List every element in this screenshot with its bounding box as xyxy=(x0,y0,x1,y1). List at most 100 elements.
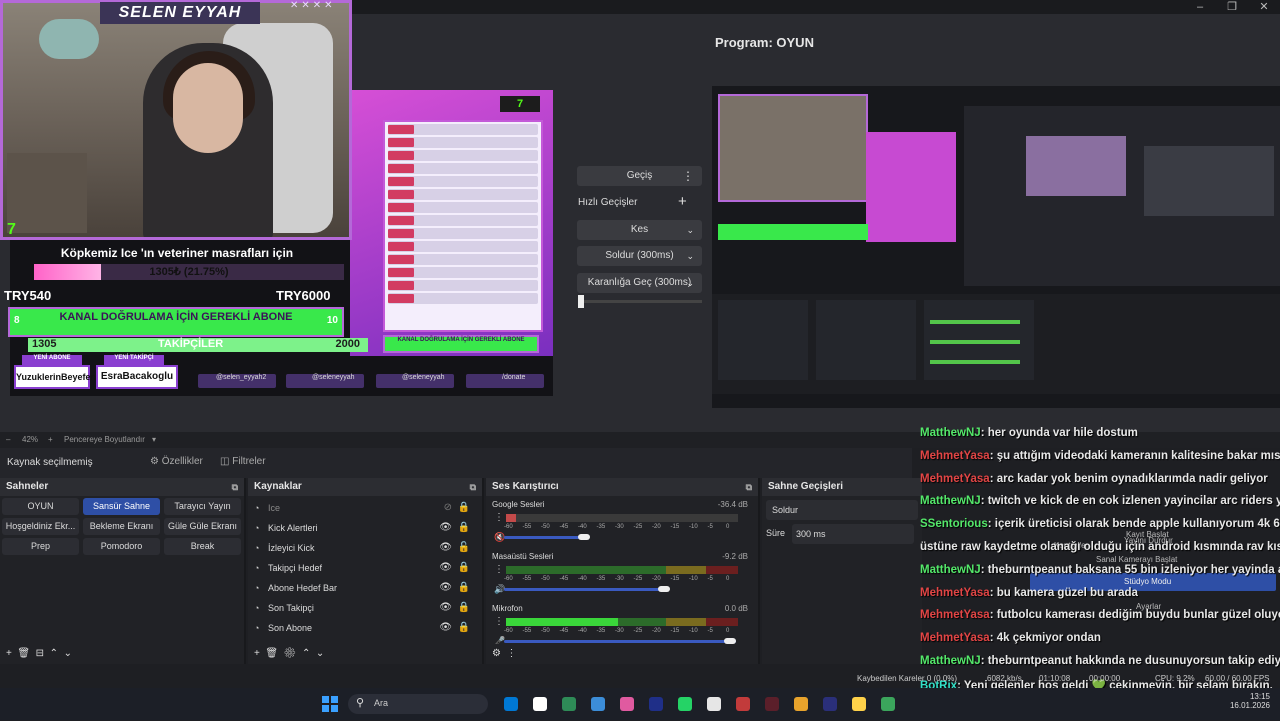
quick-transition-fade[interactable]: Soldur (300ms) ⌄ xyxy=(577,246,702,266)
taskbar-app-icon[interactable] xyxy=(852,697,866,711)
scene-oyun[interactable]: OYUN xyxy=(2,498,79,515)
add-icon[interactable]: + xyxy=(254,648,260,659)
arrow-up-icon[interactable]: ⌃ xyxy=(50,648,58,659)
followers-label: TAKİPÇİLER xyxy=(158,338,224,350)
scale-tick: -10 xyxy=(689,576,698,582)
scene-prep[interactable]: Prep xyxy=(2,538,79,555)
trash-icon[interactable]: 🗑 xyxy=(17,648,30,659)
lock-icon[interactable]: 🔒 xyxy=(458,558,470,578)
scale-tick: -5 xyxy=(707,628,713,634)
taskbar-app-icon[interactable] xyxy=(649,697,663,711)
chat-username: MehmetYasa xyxy=(920,586,990,599)
taskbar-app-icon[interactable] xyxy=(794,697,808,711)
social-link: @seleneyyah xyxy=(286,374,364,388)
chat-text: : şu attığım videodaki kameranın kalites… xyxy=(989,449,1280,462)
volume-fader[interactable] xyxy=(504,638,736,644)
taskbar-app-icon[interactable] xyxy=(620,697,634,711)
kick-count: 7 xyxy=(7,221,16,238)
transition-select[interactable]: Soldur xyxy=(766,500,918,520)
source-row[interactable]: ◔ İzleyici Kick 👁 🔓 xyxy=(254,538,476,558)
source-row[interactable]: ◔ Kick Alertleri 👁 🔒 xyxy=(254,518,476,538)
scene-hosgeldiniz[interactable]: Hoşgeldiniz Ekr... xyxy=(2,518,79,535)
source-row[interactable]: ◔ Takipçi Hedef 👁 🔒 xyxy=(254,558,476,578)
fader-knob[interactable] xyxy=(578,534,590,540)
scene-bekleme[interactable]: Bekleme Ekranı xyxy=(83,518,160,535)
arrow-down-icon[interactable]: ⌄ xyxy=(316,648,324,659)
scene-gule-gule[interactable]: Güle Güle Ekranı xyxy=(164,518,241,535)
taskbar-app-icon[interactable] xyxy=(881,697,895,711)
tbar-slider[interactable] xyxy=(578,295,702,308)
lock-icon[interactable]: 🔒 xyxy=(458,598,470,618)
lock-icon[interactable]: 🔒 xyxy=(458,618,470,638)
source-row[interactable]: ◔ Abone Hedef Bar 👁 🔒 xyxy=(254,578,476,598)
eye-icon[interactable]: 👁 xyxy=(439,558,452,578)
gear-icon[interactable]: ⚙ xyxy=(284,648,297,659)
arrow-down-icon[interactable]: ⌄ xyxy=(64,648,72,659)
scene-sansur-sahne[interactable]: Sansür Sahne xyxy=(83,498,160,515)
popout-icon[interactable]: ⧉ xyxy=(470,478,476,496)
channel-menu-icon[interactable]: ⋮ xyxy=(494,512,504,523)
more-options-icon[interactable]: ⋮ xyxy=(682,166,694,186)
filter-icon[interactable]: ⊟ xyxy=(36,648,44,659)
eye-icon[interactable]: 👁 xyxy=(439,518,452,538)
source-row[interactable]: ◔ Ice ⊘ 🔒 xyxy=(254,498,476,518)
quick-transition-cut[interactable]: Kes ⌄ xyxy=(577,220,702,240)
close-button[interactable]: ✕ xyxy=(1244,0,1280,14)
transition-button[interactable]: Geçiş ⋮ xyxy=(577,166,702,186)
eye-icon[interactable]: 👁 xyxy=(439,538,452,558)
duration-input[interactable]: 300 ms xyxy=(792,524,914,544)
scale-tick: -55 xyxy=(522,576,532,582)
popout-icon[interactable]: ⧉ xyxy=(746,478,752,496)
taskbar-app-icon[interactable] xyxy=(736,697,750,711)
scene-break[interactable]: Break xyxy=(164,538,241,555)
taskbar-app-icon[interactable] xyxy=(823,697,837,711)
channel-menu-icon[interactable]: ⋮ xyxy=(494,564,504,575)
lock-icon[interactable]: 🔒 xyxy=(458,518,470,538)
scale-tick: -20 xyxy=(652,628,661,634)
properties-button[interactable]: ⚙ Özellikler xyxy=(150,456,203,467)
taskbar-app-icon[interactable] xyxy=(533,697,547,711)
popout-icon[interactable]: ⧉ xyxy=(232,478,238,496)
zoom-plus-icon[interactable]: + xyxy=(48,432,53,448)
source-row[interactable]: ◔ Son Abone 👁 🔒 xyxy=(254,618,476,638)
taskbar-app-icon[interactable] xyxy=(707,697,721,711)
lock-icon[interactable]: 🔒 xyxy=(458,578,470,598)
taskbar-app-icon[interactable] xyxy=(591,697,605,711)
eye-icon[interactable]: 👁 xyxy=(439,598,452,618)
taskbar-app-icon[interactable] xyxy=(504,697,518,711)
add-icon[interactable]: + xyxy=(6,648,12,659)
scale-tick: -10 xyxy=(689,628,698,634)
volume-fader[interactable] xyxy=(504,534,590,540)
volume-fader[interactable] xyxy=(504,586,670,592)
arrow-up-icon[interactable]: ⌃ xyxy=(302,648,310,659)
taskbar-app-icon[interactable] xyxy=(678,697,692,711)
lock-icon[interactable]: 🔒 xyxy=(458,498,470,518)
goal-progress: 1305₺ (21.75%) xyxy=(149,266,229,278)
scene-tarayici-yayin[interactable]: Tarayıcı Yayın xyxy=(164,498,241,515)
mixer-title: Ses Karıştırıcı xyxy=(492,481,559,492)
eye-icon[interactable]: 👁 xyxy=(439,578,452,598)
eye-hidden-icon[interactable]: ⊘ xyxy=(444,498,452,518)
add-quick-transition-icon[interactable]: + xyxy=(678,193,687,210)
quick-transition-fade-black[interactable]: Karanlığa Geç (300ms) ⌄ xyxy=(577,273,702,293)
fit-to-window[interactable]: Pencereye Boyutlandır xyxy=(64,432,145,448)
filters-button[interactable]: ◫ Filtreler xyxy=(220,456,266,467)
fader-knob[interactable] xyxy=(658,586,670,592)
taskbar-app-icon[interactable] xyxy=(562,697,576,711)
trash-icon[interactable]: 🗑 xyxy=(265,648,278,659)
scene-pomodoro[interactable]: Pomodoro xyxy=(83,538,160,555)
taskbar-search[interactable]: ⚲ Ara xyxy=(348,694,488,714)
source-row[interactable]: ◔ Son Takipçi 👁 🔒 xyxy=(254,598,476,618)
channel-menu-icon[interactable]: ⋮ xyxy=(494,616,504,627)
windows-start-icon[interactable] xyxy=(322,696,338,712)
eye-icon[interactable]: 👁 xyxy=(439,618,452,638)
unlock-icon[interactable]: 🔓 xyxy=(458,538,470,558)
chevron-down-icon[interactable]: ▾ xyxy=(152,432,156,448)
chat-username: MatthewNJ xyxy=(920,427,981,439)
more-icon[interactable]: ⋮ xyxy=(507,648,517,659)
taskbar-app-icon[interactable] xyxy=(765,697,779,711)
gear-icon[interactable]: ⚙ xyxy=(492,648,501,659)
tbar-handle[interactable] xyxy=(578,295,584,308)
scale-tick: -55 xyxy=(522,524,532,530)
zoom-minus-icon[interactable]: – xyxy=(6,432,10,448)
